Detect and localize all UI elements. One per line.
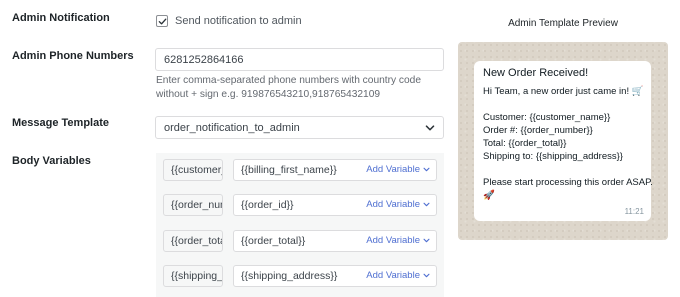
admin-notification-label: Admin Notification	[12, 12, 110, 24]
variable-value-text: {{billing_first_name}}	[241, 164, 337, 176]
chevron-down-icon	[423, 273, 430, 278]
phone-numbers-help-text: Enter comma-separated phone numbers with…	[156, 75, 422, 100]
preview-outro: Please start processing this order ASAP.	[483, 177, 653, 188]
send-notification-option[interactable]: Send notification to admin	[156, 15, 302, 27]
add-variable-button[interactable]: Add Variable	[362, 199, 430, 210]
send-notification-checkbox[interactable]	[156, 15, 168, 27]
add-variable-button[interactable]: Add Variable	[362, 164, 430, 175]
checkmark-icon	[158, 17, 166, 25]
preview-heading: New Order Received!	[483, 67, 589, 79]
variable-value-field[interactable]: {{shipping_address}} Add Variable	[233, 265, 437, 287]
message-template-select[interactable]: order_notification_to_admin	[155, 116, 444, 139]
chevron-down-icon	[425, 125, 435, 131]
preview-intro: Hi Team, a new order just came in! 🛒	[483, 86, 644, 97]
preview-timestamp: 11:21	[624, 207, 644, 216]
variable-value-field[interactable]: {{order_total}} Add Variable	[233, 230, 437, 252]
add-variable-label: Add Variable	[366, 164, 420, 175]
rocket-icon: 🚀	[483, 190, 495, 201]
message-template-label: Message Template	[12, 117, 110, 129]
preview-shipping-line: Shipping to: {{shipping_address}}	[483, 151, 623, 162]
message-preview-bubble: New Order Received! Hi Team, a new order…	[474, 61, 653, 221]
variable-name-field[interactable]: {{customer_name}}	[163, 159, 223, 181]
add-variable-label: Add Variable	[366, 235, 420, 246]
preview-title: Admin Template Preview	[508, 18, 618, 29]
send-notification-label: Send notification to admin	[175, 15, 302, 27]
add-variable-button[interactable]: Add Variable	[362, 235, 430, 246]
variable-name-field[interactable]: {{order_total}}	[163, 230, 223, 252]
message-template-selected-value: order_notification_to_admin	[164, 122, 300, 134]
admin-phone-numbers-input[interactable]: 6281252864166	[155, 48, 444, 71]
variable-name-field[interactable]: {{shipping_address}}	[163, 265, 223, 287]
add-variable-label: Add Variable	[366, 270, 420, 281]
chevron-down-icon	[423, 238, 430, 243]
body-variables-label: Body Variables	[12, 155, 91, 167]
variable-value-text: {{shipping_address}}	[241, 270, 338, 282]
add-variable-label: Add Variable	[366, 199, 420, 210]
chevron-down-icon	[423, 202, 430, 207]
variable-value-text: {{order_total}}	[241, 235, 306, 247]
preview-order-line: Order #: {{order_number}}	[483, 125, 593, 136]
variable-value-field[interactable]: {{billing_first_name}} Add Variable	[233, 159, 437, 181]
add-variable-button[interactable]: Add Variable	[362, 270, 430, 281]
chevron-down-icon	[423, 167, 430, 172]
preview-total-line: Total: {{order_total}}	[483, 138, 567, 149]
variable-value-text: {{order_id}}	[241, 199, 294, 211]
variable-name-field[interactable]: {{order_number}}	[163, 194, 223, 216]
admin-phone-numbers-label: Admin Phone Numbers	[12, 50, 134, 62]
preview-customer-line: Customer: {{customer_name}}	[483, 112, 611, 123]
variable-value-field[interactable]: {{order_id}} Add Variable	[233, 194, 437, 216]
